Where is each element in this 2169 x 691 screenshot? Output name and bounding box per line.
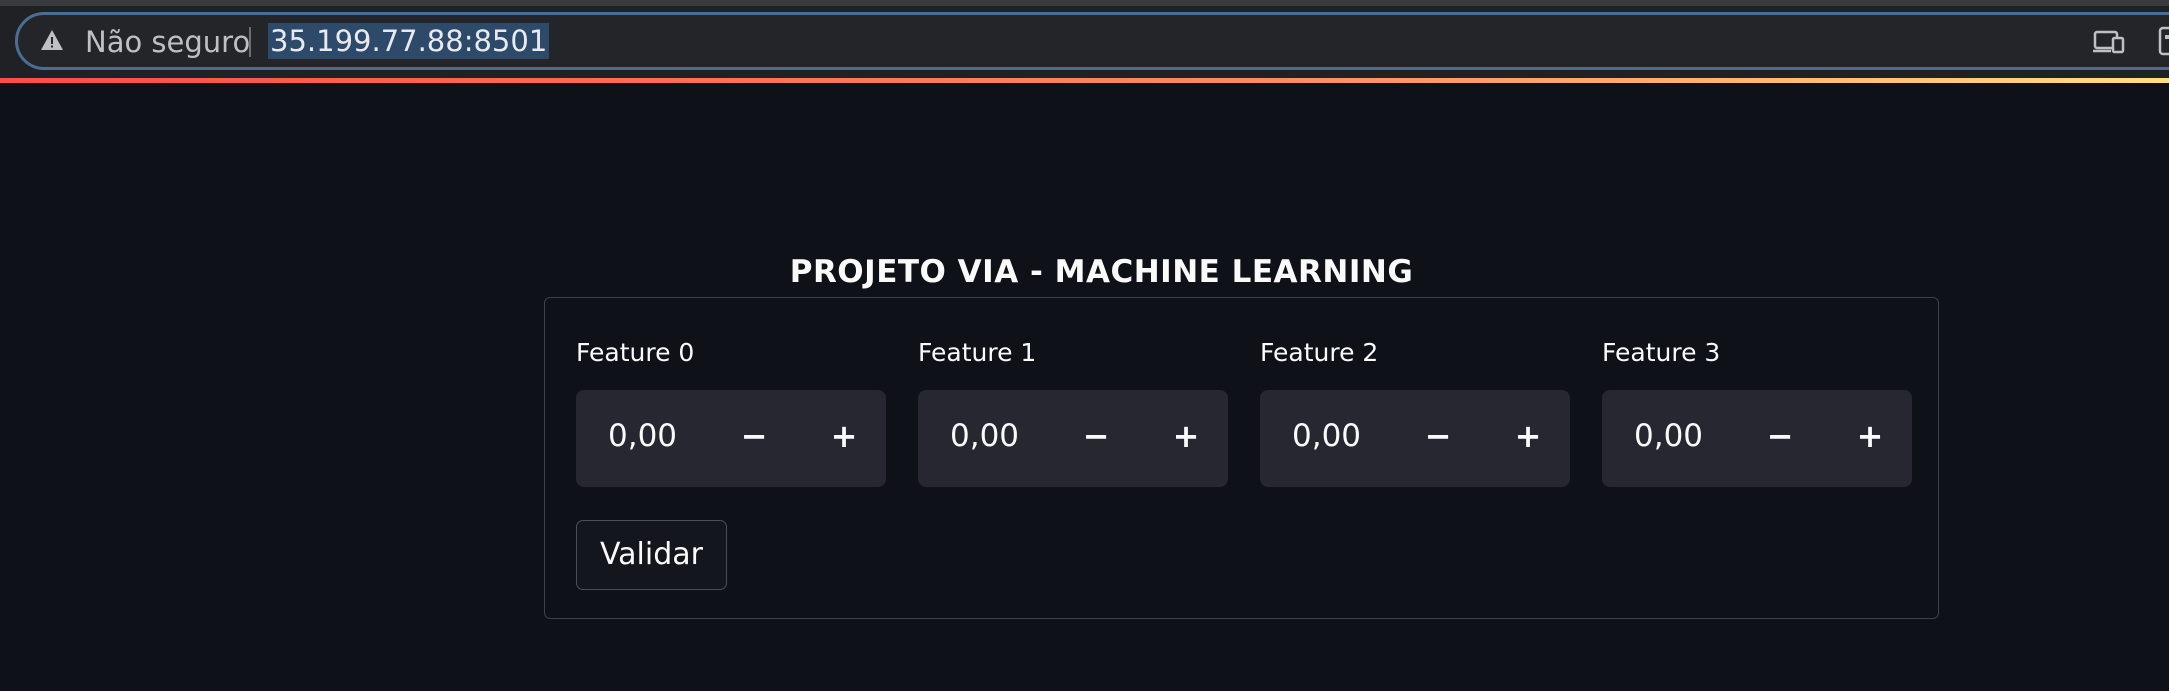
feature-0-increment-button[interactable]: + [824, 414, 864, 458]
feature-2-increment-button[interactable]: + [1508, 414, 1548, 458]
feature-2-number-input[interactable]: 0,00 − + [1260, 390, 1570, 487]
validate-button[interactable]: Validar [576, 520, 727, 590]
url-text[interactable]: 35.199.77.88:8501 [268, 23, 550, 59]
feature-3-value[interactable]: 0,00 [1634, 418, 1703, 454]
security-status[interactable]: Não seguro [85, 25, 250, 59]
app-decoration-bar [0, 78, 2169, 83]
feature-3-label: Feature 3 [1602, 338, 1721, 367]
page-title: PROJETO VIA - MACHINE LEARNING [789, 254, 1414, 290]
feature-1-label: Feature 1 [918, 338, 1037, 367]
feature-3-decrement-button[interactable]: − [1760, 414, 1800, 458]
feature-0-decrement-button[interactable]: − [734, 414, 774, 458]
feature-1-value[interactable]: 0,00 [950, 418, 1019, 454]
feature-1-increment-button[interactable]: + [1166, 414, 1206, 458]
cast-icon[interactable] [2093, 30, 2125, 54]
feature-0-number-input[interactable]: 0,00 − + [576, 390, 886, 487]
address-separator [249, 27, 251, 57]
feature-3-increment-button[interactable]: + [1850, 414, 1890, 458]
feature-form: Feature 0 0,00 − + Feature 1 0,00 − + Fe… [544, 297, 1939, 619]
warning-triangle-icon [41, 30, 63, 50]
feature-1-decrement-button[interactable]: − [1076, 414, 1116, 458]
feature-1-number-input[interactable]: 0,00 − + [918, 390, 1228, 487]
extension-icon[interactable] [2158, 26, 2169, 56]
feature-0-label: Feature 0 [576, 338, 695, 367]
browser-toolbar: Não seguro 35.199.77.88:8501 [0, 0, 2169, 78]
feature-2-decrement-button[interactable]: − [1418, 414, 1458, 458]
feature-2-value[interactable]: 0,00 [1292, 418, 1361, 454]
feature-3-number-input[interactable]: 0,00 − + [1602, 390, 1912, 487]
feature-2-label: Feature 2 [1260, 338, 1379, 367]
feature-0-value[interactable]: 0,00 [608, 418, 677, 454]
